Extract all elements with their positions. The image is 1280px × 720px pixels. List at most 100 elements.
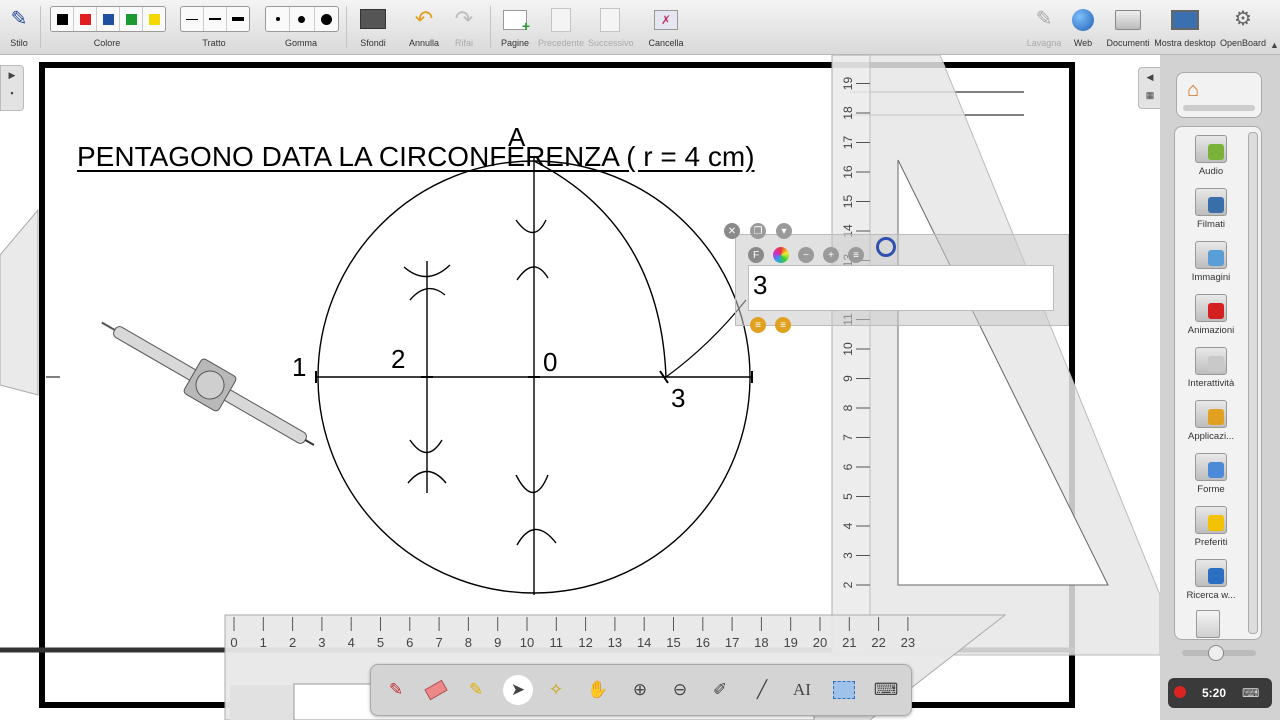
ruler-tick-label: 20 bbox=[813, 635, 827, 650]
ruler-tick-label: 9 bbox=[494, 635, 501, 650]
ruler-tick-label: 21 bbox=[842, 635, 856, 650]
text-widget[interactable]: ✕ ❐ ▾ F − + ≡ 3 ≡ ≡ bbox=[724, 223, 1069, 333]
library-item-label: Animazioni bbox=[1187, 325, 1235, 336]
home-icon[interactable]: ⌂ bbox=[1187, 79, 1199, 102]
right-panel-toggle[interactable]: ◀ ▦ bbox=[1138, 67, 1160, 109]
successivo-button[interactable]: Successivo bbox=[588, 4, 634, 48]
mostra-desktop-button[interactable]: Mostra desktop bbox=[1154, 4, 1216, 48]
color-swatch-4[interactable] bbox=[143, 7, 165, 31]
pagine-button[interactable]: + Pagine bbox=[498, 4, 532, 48]
ruler-tick-label: 18 bbox=[754, 635, 768, 650]
zoom-slider[interactable] bbox=[1182, 645, 1256, 661]
annulla-button[interactable]: ↶ Annulla bbox=[406, 4, 442, 48]
documenti-label: Documenti bbox=[1106, 38, 1150, 48]
point-label-3: 3 bbox=[671, 383, 686, 413]
increase-size-icon[interactable]: + bbox=[823, 247, 839, 263]
ruler-tick-label: 7 bbox=[435, 635, 442, 650]
library-item[interactable]: Ricerca w... bbox=[1175, 559, 1247, 601]
text-align-icon[interactable]: ≡ bbox=[775, 317, 791, 333]
documenti-button[interactable]: Documenti bbox=[1106, 4, 1150, 48]
point-label-0: 0 bbox=[543, 347, 558, 377]
undo-icon: ↶ bbox=[414, 6, 434, 31]
close-widget-icon[interactable]: ✕ bbox=[724, 223, 740, 239]
color-swatch-2[interactable] bbox=[97, 7, 120, 31]
library-scrollbar[interactable] bbox=[1248, 132, 1258, 634]
lavagna-button[interactable]: ✎ Lavagna bbox=[1024, 4, 1064, 48]
home-scrollbar[interactable] bbox=[1183, 105, 1255, 111]
duplicate-widget-icon[interactable]: ❐ bbox=[750, 223, 766, 239]
web-button[interactable]: Web bbox=[1068, 4, 1098, 48]
library-item[interactable]: Preferiti bbox=[1175, 506, 1247, 548]
separator bbox=[40, 6, 41, 48]
tratto-label: Tratto bbox=[202, 38, 226, 48]
eraser-size-selector[interactable] bbox=[265, 6, 339, 32]
whiteboard-canvas[interactable]: 0 1 2 3 4 5 6 7 8 9 10 11 12 13 14 15 16 17 18 19 20 21 22 23 2… bbox=[0, 55, 1160, 720]
rifai-button[interactable]: ↷ Rifai bbox=[448, 4, 480, 48]
pointer-line bbox=[665, 299, 747, 378]
library-item[interactable]: Filmati bbox=[1175, 188, 1247, 230]
eraser-large[interactable] bbox=[315, 7, 338, 31]
successivo-label: Successivo bbox=[588, 38, 634, 48]
color-selector[interactable] bbox=[50, 6, 166, 32]
eraser-tool-icon[interactable] bbox=[421, 675, 451, 705]
cancella-button[interactable]: ✗ Cancella bbox=[648, 4, 684, 48]
list-style-icon[interactable]: ≡ bbox=[750, 317, 766, 333]
zoom-slider-thumb[interactable] bbox=[1208, 645, 1224, 661]
precedente-button[interactable]: Precedente bbox=[538, 4, 584, 48]
interact-tool-icon[interactable]: ✧ bbox=[541, 675, 571, 705]
stroke-thick[interactable] bbox=[227, 7, 249, 31]
rotate-handle-icon[interactable] bbox=[876, 237, 896, 257]
virtual-keyboard-icon[interactable]: ⌨ bbox=[871, 675, 901, 705]
point-label-2: 2 bbox=[391, 344, 406, 374]
folder-icon bbox=[1195, 135, 1227, 163]
line-tool-icon[interactable]: ╱ bbox=[747, 675, 777, 705]
laser-pointer-icon[interactable]: ✐ bbox=[705, 675, 735, 705]
library-item[interactable]: Animazioni bbox=[1175, 294, 1247, 336]
stroke-medium[interactable] bbox=[204, 7, 227, 31]
color-swatch-3[interactable] bbox=[120, 7, 143, 31]
color-wheel-icon[interactable] bbox=[773, 247, 789, 263]
pen-tool-icon[interactable]: ✎ bbox=[381, 675, 411, 705]
compass-arc-marks bbox=[515, 219, 549, 281]
toolbar-scroll-handle[interactable]: ▲ bbox=[1270, 40, 1279, 50]
openboard-menu-button[interactable]: ⚙ OpenBoard bbox=[1220, 4, 1266, 48]
textbox-input[interactable]: 3 bbox=[748, 265, 1054, 311]
decrease-size-icon[interactable]: − bbox=[798, 247, 814, 263]
eraser-small[interactable] bbox=[266, 7, 291, 31]
trash-icon[interactable] bbox=[1196, 610, 1220, 638]
record-icon[interactable] bbox=[1174, 686, 1186, 698]
library-item[interactable]: Applicazi... bbox=[1175, 400, 1247, 442]
vruler-tick-label: 17 bbox=[841, 136, 855, 150]
text-tool-icon[interactable]: AI bbox=[787, 675, 817, 705]
selector-tool-icon[interactable]: ➤ bbox=[503, 675, 533, 705]
zoom-in-icon[interactable]: ⊕ bbox=[625, 675, 655, 705]
compass-arc-marks bbox=[515, 474, 557, 546]
menu-widget-icon[interactable]: ▾ bbox=[776, 223, 792, 239]
library-item[interactable]: Audio bbox=[1175, 135, 1247, 177]
page-title: PENTAGONO DATA LA CIRCONFERENZA ( r = 4 … bbox=[77, 141, 755, 172]
tool-palette: ✎ ✎ ➤ ✧ ✋ ⊕ ⊖ ✐ ╱ AI ⌨ bbox=[370, 664, 912, 716]
ruler-tick-label: 23 bbox=[901, 635, 915, 650]
align-icon[interactable]: ≡ bbox=[848, 247, 864, 263]
eraser-medium[interactable] bbox=[290, 7, 315, 31]
stroke-selector[interactable] bbox=[180, 6, 250, 32]
keyboard-icon[interactable]: ⌨ bbox=[1242, 686, 1259, 700]
sfondi-button[interactable]: Sfondi bbox=[356, 4, 390, 48]
highlighter-tool-icon[interactable]: ✎ bbox=[461, 675, 491, 705]
chord-arc bbox=[533, 160, 667, 378]
font-icon[interactable]: F bbox=[748, 247, 764, 263]
cancella-label: Cancella bbox=[648, 38, 684, 48]
folder-icon bbox=[1115, 10, 1141, 30]
library-item[interactable]: Interattività bbox=[1175, 347, 1247, 389]
color-swatch-0[interactable] bbox=[51, 7, 74, 31]
stile-button[interactable]: ✎ Stilo bbox=[4, 4, 34, 48]
library-item[interactable]: Forme bbox=[1175, 453, 1247, 495]
library-item[interactable]: Immagini bbox=[1175, 241, 1247, 283]
zoom-out-icon[interactable]: ⊖ bbox=[665, 675, 695, 705]
ruler-tick-label: 1 bbox=[260, 635, 267, 650]
left-panel-toggle[interactable]: ▶ ▪ bbox=[0, 65, 24, 111]
stroke-thin[interactable] bbox=[181, 7, 204, 31]
color-swatch-1[interactable] bbox=[74, 7, 97, 31]
hand-tool-icon[interactable]: ✋ bbox=[583, 675, 613, 705]
capture-tool-icon[interactable] bbox=[829, 675, 859, 705]
